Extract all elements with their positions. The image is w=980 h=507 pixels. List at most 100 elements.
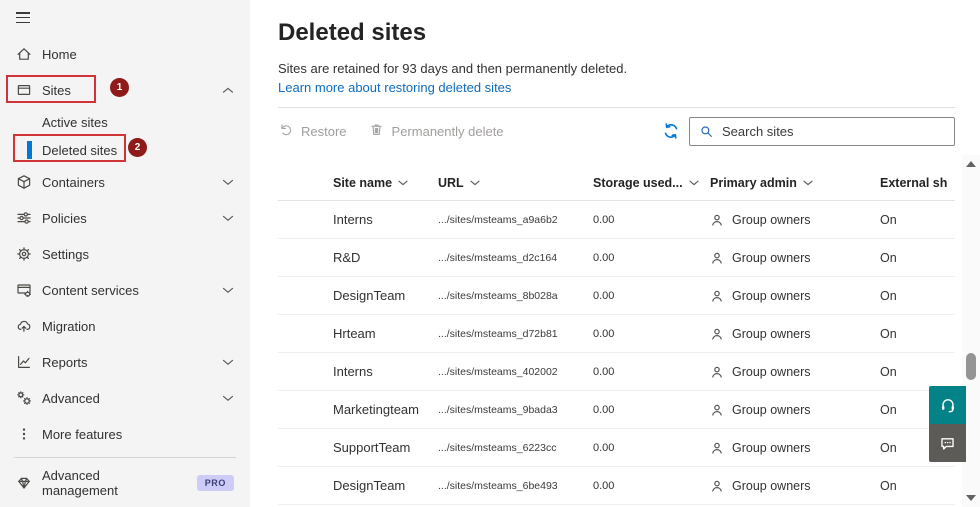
scrollbar-thumb[interactable] [966, 353, 976, 380]
table-row[interactable]: Interns .../sites/msteams_a9a6b2 0.00 Gr… [278, 201, 955, 239]
feedback-bubble-icon [941, 437, 954, 450]
sidebar-item-label: Containers [42, 174, 105, 190]
chevron-down-icon[interactable] [222, 395, 234, 402]
column-header-primary-admin[interactable]: Primary admin [710, 176, 880, 190]
person-icon [712, 480, 722, 492]
admin-label: Group owners [732, 212, 811, 227]
storage-cell: 0.00 [593, 403, 615, 416]
trash-icon [369, 122, 384, 140]
sidebar-item-label: Active sites [42, 114, 108, 130]
table-row[interactable]: Hrteam .../sites/msteams_d72b81 0.00 Gro… [278, 315, 955, 353]
container-icon [16, 174, 32, 190]
site-name-cell: DesignTeam [333, 288, 406, 303]
external-sharing-cell: On [880, 288, 897, 303]
restore-icon [278, 122, 293, 140]
chevron-down-icon[interactable] [222, 287, 234, 294]
sidebar-item-label: Reports [42, 354, 88, 370]
table-row[interactable]: DesignTeam .../sites/msteams_8b028a 0.00… [278, 277, 955, 315]
search-icon [701, 125, 712, 137]
sort-chevron-icon [470, 180, 480, 186]
url-cell: .../sites/msteams_6be493 [438, 479, 558, 492]
sort-chevron-icon [803, 180, 813, 186]
column-header-external-sharing[interactable]: External sh [880, 176, 955, 190]
table-row[interactable]: DesignTeam .../sites/msteams_6be493 0.00… [278, 467, 955, 505]
person-icon [712, 366, 722, 378]
sidebar-item-migration[interactable]: Migration [0, 308, 250, 344]
sidebar-item-active-sites[interactable]: Active sites [0, 108, 250, 136]
sidebar-item-deleted-sites[interactable]: Deleted sites [0, 136, 250, 164]
sites-icon [16, 82, 32, 98]
help-button[interactable] [929, 386, 966, 424]
permanently-delete-label: Permanently delete [391, 123, 504, 139]
site-name-cell: Marketingteam [333, 402, 419, 417]
table-header-row: Site name URL Storage used... Primary ad… [278, 154, 955, 201]
scrollbar-down-arrow-icon[interactable] [966, 495, 976, 501]
sidebar-item-reports[interactable]: Reports [0, 344, 250, 380]
column-header-url[interactable]: URL [438, 176, 593, 190]
person-icon [712, 214, 722, 226]
primary-admin-cell: Group owners [710, 441, 880, 455]
site-name-cell: Interns [333, 212, 373, 227]
external-sharing-cell: On [880, 364, 897, 379]
search-input[interactable] [722, 123, 945, 139]
toolbar: Restore Permanently delete [278, 108, 955, 154]
sidebar-item-label: Home [42, 46, 77, 62]
sidebar-item-settings[interactable]: Settings [0, 236, 250, 272]
url-cell: .../sites/msteams_9bada3 [438, 403, 558, 416]
sidebar-item-label: Migration [42, 318, 96, 334]
feedback-button[interactable] [929, 424, 966, 462]
admin-label: Group owners [732, 288, 811, 303]
column-header-storage-used[interactable]: Storage used... [593, 176, 710, 190]
sidebar-item-policies[interactable]: Policies [0, 200, 250, 236]
admin-label: Group owners [732, 440, 811, 455]
storage-cell: 0.00 [593, 251, 615, 264]
line-chart-icon [16, 354, 32, 370]
person-icon [712, 252, 722, 264]
admin-label: Group owners [732, 364, 811, 379]
scrollbar-up-arrow-icon[interactable] [966, 161, 976, 167]
toolbar-right [662, 116, 955, 146]
sidebar-item-label: Settings [42, 246, 89, 262]
external-sharing-cell: On [880, 250, 897, 265]
table-row[interactable]: Interns .../sites/msteams_402002 0.00 Gr… [278, 353, 955, 391]
primary-admin-cell: Group owners [710, 251, 880, 265]
primary-admin-cell: Group owners [710, 403, 880, 417]
hamburger-menu-icon[interactable] [16, 12, 30, 26]
sidebar-item-advanced[interactable]: Advanced [0, 380, 250, 416]
search-box [689, 116, 955, 146]
chevron-up-icon[interactable] [222, 87, 234, 94]
url-cell: .../sites/msteams_d72b81 [438, 327, 558, 340]
admin-label: Group owners [732, 326, 811, 341]
url-cell: .../sites/msteams_8b028a [438, 289, 558, 302]
site-name-cell: Interns [333, 364, 373, 379]
chevron-down-icon[interactable] [222, 215, 234, 222]
main-content: Deleted sites Sites are retained for 93 … [250, 0, 980, 507]
sliders-icon [16, 210, 32, 226]
table-row[interactable]: SupportTeam .../sites/msteams_6223cc 0.0… [278, 429, 955, 467]
refresh-icon[interactable] [662, 122, 680, 140]
person-icon [712, 404, 722, 416]
site-name-cell: R&D [333, 250, 361, 265]
external-sharing-cell: On [880, 212, 897, 227]
learn-more-link[interactable]: Learn more about restoring deleted sites [278, 80, 511, 95]
sidebar-item-home[interactable]: Home [0, 36, 250, 72]
chevron-down-icon[interactable] [222, 359, 234, 366]
primary-admin-cell: Group owners [710, 365, 880, 379]
sidebar-item-advanced-management[interactable]: Advanced management PRO [0, 458, 250, 507]
restore-button[interactable]: Restore [278, 122, 347, 140]
column-header-site-name[interactable]: Site name [333, 176, 438, 190]
primary-admin-cell: Group owners [710, 213, 880, 227]
column-label: URL [438, 176, 464, 190]
permanently-delete-button[interactable]: Permanently delete [369, 122, 504, 140]
table-row[interactable]: R&D .../sites/msteams_d2c164 0.00 Group … [278, 239, 955, 277]
sidebar-item-more-features[interactable]: More features [0, 416, 250, 452]
sidebar-item-containers[interactable]: Containers [0, 164, 250, 200]
sidebar-nav: Home Sites Active sites Deleted sites Co… [0, 36, 250, 452]
sidebar-item-label: Advanced management [42, 467, 118, 498]
chevron-down-icon[interactable] [222, 179, 234, 186]
sidebar-item-label: Advanced [42, 390, 100, 406]
table-row[interactable]: Marketingteam .../sites/msteams_9bada3 0… [278, 391, 955, 429]
url-cell: .../sites/msteams_d2c164 [438, 251, 558, 264]
sidebar-item-content-services[interactable]: Content services [0, 272, 250, 308]
site-name-cell: SupportTeam [333, 440, 411, 455]
